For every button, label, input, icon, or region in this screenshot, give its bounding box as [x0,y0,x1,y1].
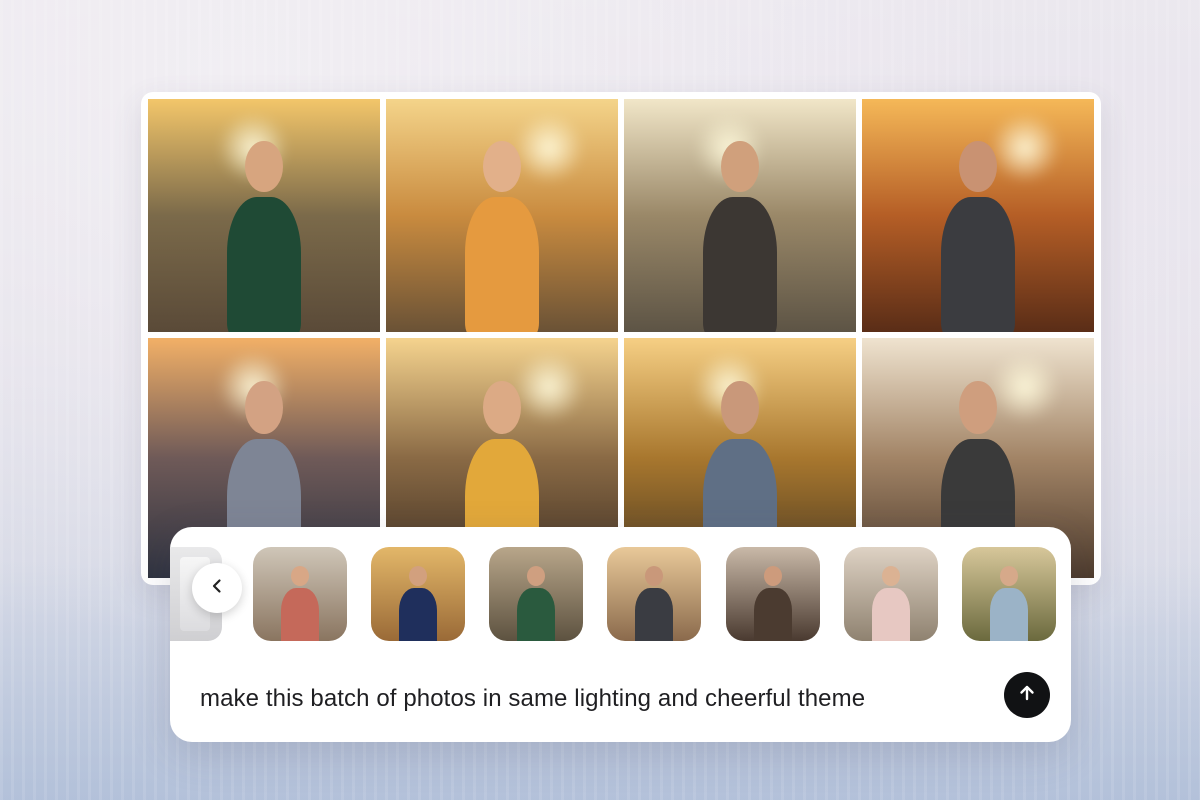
person-figure [464,196,540,332]
person-head [245,140,283,193]
person-figure [702,196,778,332]
photo-gallery [141,92,1101,585]
person-head [959,381,997,434]
sun-flare [513,352,584,423]
person-head [881,565,901,587]
person-figure [940,196,1016,332]
person-figure [990,588,1028,641]
send-button[interactable] [1004,672,1050,718]
person-figure [635,588,673,641]
person-head [644,565,664,587]
sun-flare [513,112,584,183]
sun-flare [989,112,1060,183]
person-head [483,381,521,434]
reference-thumbnail[interactable] [844,547,938,641]
chevron-left-icon [208,577,226,600]
arrow-up-icon [1017,683,1037,708]
person-figure [872,588,910,641]
gallery-photo-bridge[interactable] [624,99,856,332]
scroll-left-button[interactable] [192,563,242,613]
person-head [483,140,521,193]
person-head [245,381,283,434]
reference-thumbnail[interactable] [489,547,583,641]
gallery-photo-campus[interactable] [148,99,380,332]
person-head [526,565,546,587]
prompt-input[interactable]: make this batch of photos in same lighti… [200,685,1000,713]
reference-thumbnail[interactable] [371,547,465,641]
person-head [999,565,1019,587]
person-head [408,565,428,587]
person-head [721,140,759,193]
sun-flare [989,352,1060,423]
person-figure [399,588,437,641]
person-head [721,381,759,434]
person-head [290,565,310,587]
gallery-photo-forest[interactable] [862,99,1094,332]
reference-thumbnail[interactable] [726,547,820,641]
thumbnail-strip [170,547,1071,641]
person-figure [754,588,792,641]
reference-thumbnail[interactable] [962,547,1056,641]
person-figure [517,588,555,641]
prompt-panel: make this batch of photos in same lighti… [170,527,1071,742]
person-head [763,565,783,587]
person-head [959,140,997,193]
gallery-grid [148,99,1094,578]
reference-thumbnail[interactable] [607,547,701,641]
person-figure [281,588,319,641]
person-figure [226,196,302,332]
gallery-photo-market[interactable] [386,99,618,332]
reference-thumbnail[interactable] [253,547,347,641]
